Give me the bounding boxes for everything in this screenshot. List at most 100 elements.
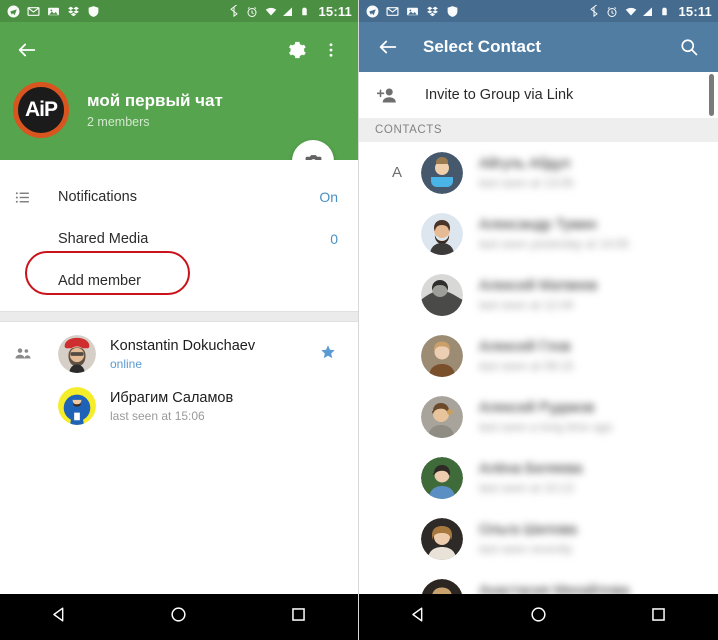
avatar bbox=[421, 517, 463, 560]
member-name: Ибрагим Саламов bbox=[110, 390, 234, 406]
member-text-block: Ибрагим Саламов last seen at 15:06 bbox=[110, 389, 233, 423]
alpha-index-letter: A bbox=[391, 164, 402, 181]
circle-home-icon[interactable] bbox=[169, 605, 188, 629]
contact-text-block: Александр Тумин last seen yesterday at 1… bbox=[479, 216, 629, 251]
status-bar-system-icons: 15:11 bbox=[228, 4, 352, 19]
contact-row[interactable]: Алексей Рудаков last seen a long time ag… bbox=[359, 386, 718, 447]
bluetooth-icon bbox=[588, 3, 601, 18]
contact-text-block: Алексей Матвеев last seen at 12:44 bbox=[479, 277, 597, 312]
group-member-count: 2 members bbox=[87, 115, 150, 129]
contact-text-block: Алексей Рудаков last seen a long time ag… bbox=[479, 399, 612, 434]
member-status: last seen at 15:06 bbox=[110, 409, 205, 423]
contact-status: last seen at 09:15 bbox=[479, 359, 574, 373]
list-icon bbox=[14, 189, 58, 206]
signal-icon bbox=[282, 5, 295, 18]
contact-text-block: Айгуль Абдул last seen at 13:05 bbox=[479, 155, 574, 190]
android-nav-bar-right bbox=[359, 594, 718, 640]
dual-screenshot: 15:11 AiP мой первый чат 2 members Notif… bbox=[0, 0, 718, 640]
avatar bbox=[58, 387, 96, 425]
scrollbar-thumb[interactable] bbox=[709, 74, 714, 116]
group-app-bar bbox=[0, 22, 358, 78]
add-person-icon bbox=[373, 85, 425, 106]
member-row[interactable]: Konstantin Dokuchaev online bbox=[0, 328, 358, 380]
contact-text-block: Алексей Глов last seen at 09:15 bbox=[479, 338, 574, 373]
back-button[interactable] bbox=[371, 30, 405, 64]
group-avatar-text: AiP bbox=[24, 98, 58, 121]
contact-name: Алексей Рудаков bbox=[479, 400, 595, 416]
settings-label: Shared Media bbox=[58, 231, 149, 247]
members-list: Konstantin Dokuchaev online Ибрагим Сала… bbox=[0, 322, 358, 432]
right-screen-select-contact: 15:11 Select Contact Invite to Group via… bbox=[359, 0, 718, 640]
group-header: AiP мой первый чат 2 members bbox=[0, 22, 358, 182]
star-icon[interactable] bbox=[320, 344, 336, 365]
avatar bbox=[421, 151, 463, 194]
square-recents-icon[interactable] bbox=[649, 605, 668, 629]
group-avatar[interactable]: AiP bbox=[13, 82, 69, 138]
triangle-back-icon[interactable] bbox=[409, 605, 428, 629]
contact-status: last seen a long time ago bbox=[479, 420, 613, 434]
group-settings-list: Notifications On Shared Media 0 Add memb… bbox=[0, 160, 358, 322]
select-contact-app-bar: Select Contact bbox=[359, 22, 718, 72]
settings-row-shared-media[interactable]: Shared Media 0 bbox=[0, 218, 358, 260]
photos-icon bbox=[47, 5, 60, 18]
left-screen-group-info: 15:11 AiP мой первый чат 2 members Notif… bbox=[0, 0, 359, 640]
invite-to-group-via-link-row[interactable]: Invite to Group via Link bbox=[359, 72, 718, 118]
contact-row[interactable]: A Айгуль Абдул last seen at 13:05 bbox=[359, 142, 718, 203]
dropbox-icon bbox=[426, 5, 439, 18]
contact-row[interactable]: Алексей Глов last seen at 09:15 bbox=[359, 325, 718, 386]
more-vertical-icon[interactable] bbox=[314, 33, 348, 67]
contact-name: Алёна Беляева bbox=[479, 461, 583, 477]
contact-row[interactable]: Александр Тумин last seen yesterday at 1… bbox=[359, 203, 718, 264]
battery-icon bbox=[660, 5, 673, 18]
contact-name: Алексей Матвеев bbox=[479, 278, 598, 294]
group-name-block: мой первый чат 2 members bbox=[87, 91, 223, 129]
status-bar-clock: 15:11 bbox=[318, 3, 352, 19]
contact-row[interactable]: Алексей Матвеев last seen at 12:44 bbox=[359, 264, 718, 325]
square-recents-icon[interactable] bbox=[289, 605, 308, 629]
dropbox-icon bbox=[67, 5, 80, 18]
telegram-icon bbox=[366, 5, 379, 18]
settings-row-add-member[interactable]: Add member bbox=[0, 260, 358, 302]
avatar bbox=[421, 456, 463, 499]
bluetooth-icon bbox=[228, 3, 241, 18]
avatar bbox=[421, 334, 463, 377]
photos-icon bbox=[406, 5, 419, 18]
alarm-icon bbox=[606, 5, 619, 18]
android-nav-bar-left bbox=[0, 594, 358, 640]
back-button[interactable] bbox=[10, 33, 44, 67]
contact-status: last seen at 13:05 bbox=[479, 176, 574, 190]
contact-status: last seen at 10:13 bbox=[479, 481, 574, 495]
contact-row[interactable]: Ольга Шилова last seen recently bbox=[359, 508, 718, 569]
contact-name: Алексей Глов bbox=[479, 339, 571, 355]
triangle-back-icon[interactable] bbox=[50, 605, 69, 629]
status-bar-app-icons bbox=[7, 5, 100, 18]
contact-text-block: Ольга Шилова last seen recently bbox=[479, 521, 577, 556]
status-bar-app-icons bbox=[366, 5, 459, 18]
gear-icon[interactable] bbox=[280, 33, 314, 67]
status-bar-system-icons: 15:11 bbox=[588, 4, 712, 19]
contacts-section-header: CONTACTS bbox=[359, 118, 718, 142]
battery-icon bbox=[300, 5, 313, 18]
shared-media-count: 0 bbox=[330, 231, 338, 247]
avatar bbox=[58, 335, 96, 373]
contact-row[interactable]: Алёна Беляева last seen at 10:13 bbox=[359, 447, 718, 508]
alarm-icon bbox=[246, 5, 259, 18]
search-icon[interactable] bbox=[672, 30, 706, 64]
circle-home-icon[interactable] bbox=[529, 605, 548, 629]
telegram-icon bbox=[7, 5, 20, 18]
notifications-value: On bbox=[319, 189, 338, 205]
group-identity: AiP мой первый чат 2 members bbox=[0, 82, 358, 138]
status-bar-right: 15:11 bbox=[359, 0, 718, 22]
settings-label: Notifications bbox=[58, 189, 137, 205]
wifi-icon bbox=[624, 5, 637, 18]
contact-name: Ольга Шилова bbox=[479, 522, 577, 538]
page-title: Select Contact bbox=[423, 37, 542, 56]
member-row[interactable]: Ибрагим Саламов last seen at 15:06 bbox=[0, 380, 358, 432]
avatar bbox=[421, 273, 463, 316]
gmail-icon bbox=[27, 5, 40, 18]
gmail-icon bbox=[386, 5, 399, 18]
contact-name: Айгуль Абдул bbox=[479, 156, 571, 172]
shield-icon bbox=[446, 5, 459, 18]
avatar bbox=[421, 212, 463, 255]
settings-row-notifications[interactable]: Notifications On bbox=[0, 176, 358, 218]
